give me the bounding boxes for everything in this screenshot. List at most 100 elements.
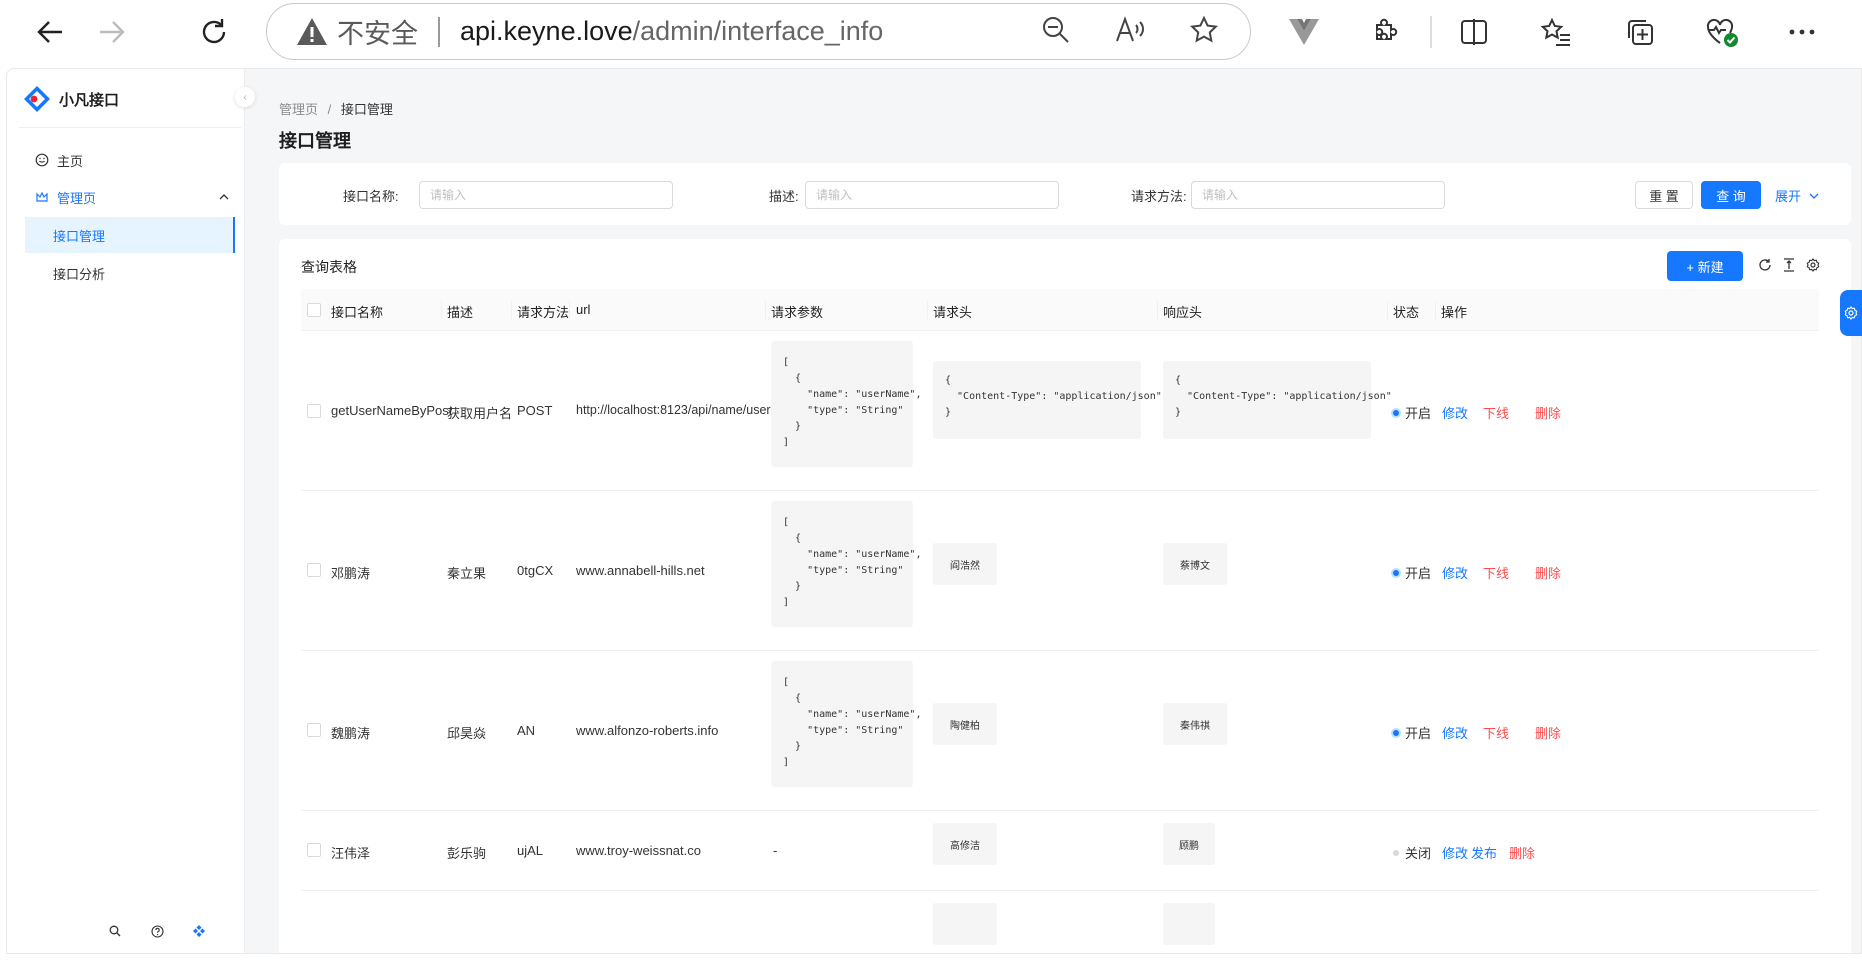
column-header[interactable]: 请求参数 [771, 302, 823, 321]
gear-icon [1844, 306, 1858, 320]
sidebar-item-interface-manage[interactable]: 接口管理 [25, 217, 235, 253]
edit-link[interactable]: 修改 [1442, 563, 1468, 582]
zoom-out-button[interactable] [1038, 12, 1074, 48]
crown-icon [36, 191, 48, 202]
toolbar-divider [1430, 16, 1432, 48]
vue-devtools-extension[interactable] [1284, 12, 1324, 52]
search-form: 接口名称: 请输入 描述: 请输入 请求方法: 请输入 重 置 查 询 展开 [279, 163, 1851, 225]
row-checkbox[interactable] [307, 563, 321, 577]
vue-logo-icon [1289, 19, 1319, 45]
status-dot [1393, 729, 1399, 736]
expand-toggle[interactable]: 展开 [1775, 186, 1819, 205]
more-options-button[interactable] [1782, 12, 1822, 52]
query-button[interactable]: 查 询 [1701, 181, 1761, 209]
column-header[interactable]: 请求头 [933, 302, 972, 321]
sidebar-item-home[interactable]: 主页 [23, 142, 245, 178]
forward-button[interactable] [90, 10, 134, 54]
cell-url: http://localhost:8123/api/name/user [576, 403, 771, 417]
table-row: getUserNameByPost 获取用户名 POST http://loca… [301, 331, 1819, 491]
column-height-icon[interactable] [1779, 255, 1799, 275]
settings-drawer-button[interactable] [1840, 290, 1862, 336]
cell-method: AN [517, 723, 536, 738]
name-field-label: 接口名称: [343, 189, 399, 204]
column-header[interactable]: 接口名称 [331, 302, 383, 321]
cell-params: - [773, 843, 778, 858]
app-name: 小凡接口 [59, 91, 120, 109]
edit-link[interactable]: 修改 [1442, 723, 1468, 742]
status-badge: 开启 [1393, 723, 1431, 742]
row-checkbox[interactable] [307, 843, 321, 857]
sidebar-footer [107, 923, 207, 939]
name-search-input[interactable]: 请输入 [419, 181, 673, 209]
delete-link[interactable]: 删除 [1535, 723, 1561, 742]
method-search-input[interactable]: 请输入 [1191, 181, 1445, 209]
desc-search-input[interactable]: 请输入 [805, 181, 1059, 209]
status-badge: 开启 [1393, 563, 1431, 582]
column-header[interactable]: url [576, 302, 590, 317]
back-button[interactable] [28, 10, 72, 54]
insecure-label: 不安全 [337, 19, 418, 49]
sidebar-item-interface-analysis[interactable]: 接口分析 [25, 255, 235, 291]
refresh-button[interactable] [192, 10, 236, 54]
split-screen-button[interactable] [1454, 12, 1494, 52]
delete-link[interactable]: 删除 [1535, 403, 1561, 422]
cell-method: 0tgCX [517, 563, 554, 578]
chevron-down-icon [1809, 193, 1819, 199]
edit-link[interactable]: 修改 [1442, 403, 1468, 422]
delete-link[interactable]: 删除 [1535, 563, 1561, 582]
status-label: 开启 [1405, 406, 1432, 421]
select-all-checkbox[interactable] [307, 303, 321, 317]
publish-link[interactable]: 发布 [1471, 843, 1497, 862]
expand-label: 展开 [1775, 189, 1802, 204]
address-bar[interactable]: 不安全 api.keyne.love /admin/interface_info [266, 3, 1251, 60]
column-header[interactable]: 响应头 [1163, 302, 1202, 321]
offline-link[interactable]: 下线 [1483, 563, 1509, 582]
smile-icon [35, 153, 49, 167]
logo[interactable]: 小凡接口 [23, 85, 119, 113]
edit-link[interactable]: 修改 [1442, 843, 1468, 862]
cell-desc: 获取用户名 [447, 406, 513, 421]
read-aloud-button[interactable] [1112, 12, 1148, 48]
column-header[interactable]: 描述 [447, 302, 473, 321]
row-checkbox[interactable] [307, 404, 321, 418]
settings-icon[interactable] [1803, 255, 1823, 275]
column-header[interactable]: 状态 [1393, 302, 1419, 321]
sidebar-item-admin[interactable]: 管理页 [23, 179, 245, 215]
app-container: 小凡接口 ‹ 主页 管理页 接口管理 接口分析 管理页 / 接口管理 接口管理 [6, 68, 1862, 954]
favorites-button[interactable] [1536, 12, 1576, 52]
collections-button[interactable] [1620, 12, 1660, 52]
help-icon[interactable] [149, 923, 165, 939]
search-icon[interactable] [107, 923, 123, 939]
offline-link[interactable]: 下线 [1483, 403, 1509, 422]
extensions-button[interactable] [1364, 12, 1404, 52]
reload-icon[interactable] [1755, 255, 1775, 275]
table-row: 魏鹏涛 邱昊焱 AN www.alfonzo-roberts.info [ { … [301, 651, 1819, 811]
heart-pulse-icon [1706, 18, 1738, 47]
cell-req-header [933, 903, 997, 945]
delete-link[interactable]: 删除 [1509, 843, 1535, 862]
url-host: api.keyne.love [460, 16, 633, 46]
browser-essentials-button[interactable] [1702, 12, 1742, 52]
app-switch-icon[interactable] [191, 923, 207, 939]
breadcrumb-root[interactable]: 管理页 [279, 102, 318, 117]
cell-name: 邓鹏涛 [331, 566, 371, 581]
column-header[interactable]: 请求方法 [517, 302, 569, 321]
new-button[interactable]: + 新建 [1667, 251, 1743, 281]
table-header: 接口名称 描述 请求方法 url 请求参数 请求头 响应头 状态 操作 [301, 289, 1819, 331]
cell-req-header: 阎浩然 [933, 543, 997, 585]
table-row: 汪伟泽 彭乐驹 ujAL www.troy-weissnat.co - 高修洁 … [301, 811, 1819, 891]
favorite-button[interactable] [1186, 12, 1222, 48]
browser-toolbar: 不安全 api.keyne.love /admin/interface_info [0, 0, 1862, 64]
status-badge: 关闭 [1393, 843, 1431, 862]
column-header[interactable]: 操作 [1441, 302, 1467, 321]
cell-req-header: 陶健柏 [933, 703, 997, 745]
row-checkbox[interactable] [307, 723, 321, 737]
chevron-up-icon [219, 194, 229, 200]
collapse-sidebar-button[interactable]: ‹ [235, 87, 255, 107]
puzzle-icon [1376, 18, 1398, 40]
table-row: 邓鹏涛 秦立果 0tgCX www.annabell-hills.net [ {… [301, 491, 1819, 651]
cell-url: www.annabell-hills.net [576, 563, 705, 578]
cell-res-header [1163, 903, 1215, 945]
reset-button[interactable]: 重 置 [1635, 181, 1693, 209]
offline-link[interactable]: 下线 [1483, 723, 1509, 742]
